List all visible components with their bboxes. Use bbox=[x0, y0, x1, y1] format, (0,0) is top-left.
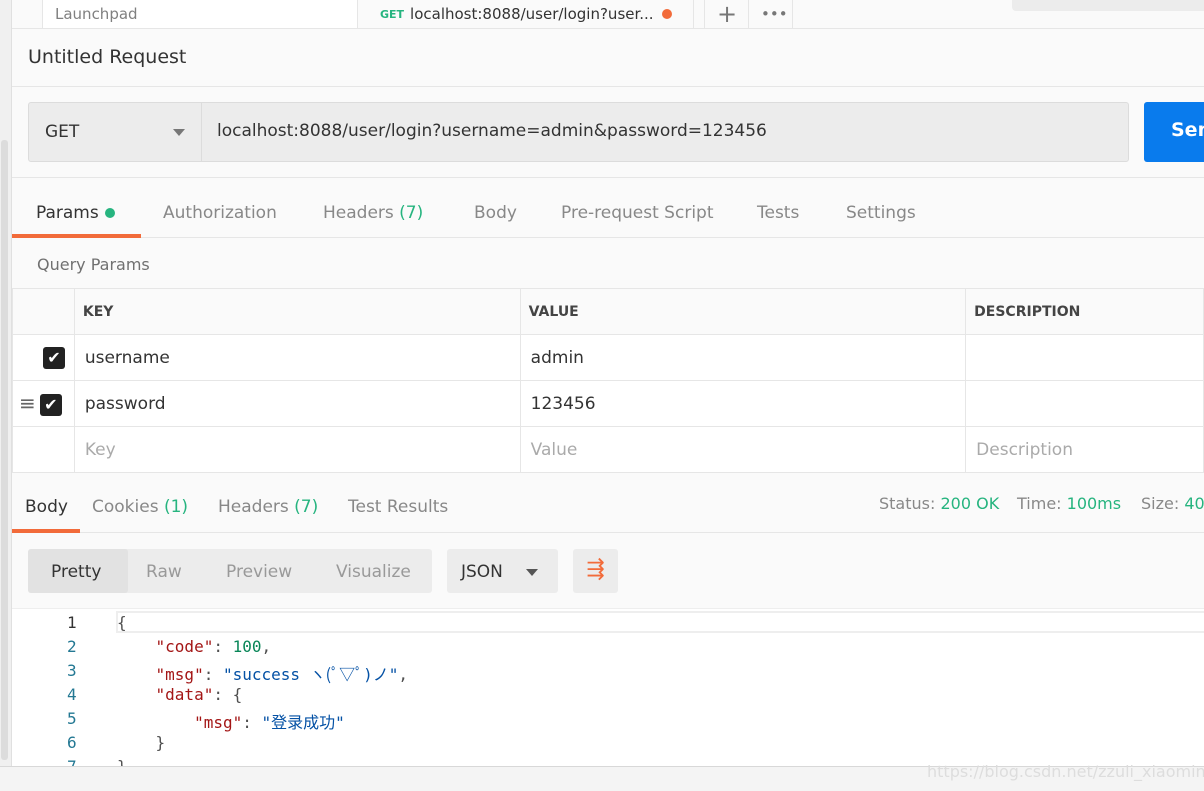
checkbox[interactable]: ✔ bbox=[43, 346, 65, 369]
table-row: ≡ ✔ password 123456 bbox=[12, 380, 1204, 427]
view-mode-group: Pretty Raw Preview Visualize bbox=[28, 549, 432, 593]
column-key: KEY bbox=[73, 288, 521, 335]
time-value: 100ms bbox=[1066, 494, 1122, 513]
view-visualize[interactable]: Visualize bbox=[336, 562, 411, 582]
new-key-input[interactable]: Key bbox=[73, 426, 521, 473]
cookies-count: (1) bbox=[163, 497, 189, 517]
table-row: ✔ username admin bbox=[12, 334, 1204, 381]
query-params-title: Query Params bbox=[37, 255, 150, 274]
tab-label: Cookies bbox=[92, 497, 159, 517]
size-info: Size: 40 bbox=[1141, 494, 1204, 513]
view-pretty[interactable]: Pretty bbox=[51, 562, 101, 582]
view-raw[interactable]: Raw bbox=[146, 562, 182, 582]
tab-method: GET bbox=[380, 7, 405, 21]
environment-select[interactable] bbox=[1012, 0, 1204, 11]
chevron-down-icon bbox=[173, 129, 185, 142]
param-value[interactable]: 123456 bbox=[519, 380, 967, 427]
param-description[interactable] bbox=[965, 380, 1204, 427]
line-number: 4 bbox=[67, 685, 77, 704]
param-key[interactable]: username bbox=[73, 334, 521, 381]
line-number: 6 bbox=[67, 733, 77, 752]
url-bar: GET localhost:8088/user/login?username=a… bbox=[28, 102, 1129, 162]
table-row-new: Key Value Description bbox=[12, 426, 1204, 473]
line-number: 3 bbox=[67, 661, 77, 680]
sidebar-scrollbar[interactable] bbox=[0, 0, 12, 791]
checkbox[interactable]: ✔ bbox=[39, 394, 62, 416]
new-value-input[interactable]: Value bbox=[519, 426, 967, 473]
tab-test-results[interactable]: Test Results bbox=[348, 497, 448, 517]
active-dot-icon bbox=[104, 208, 115, 218]
query-params-table: KEY VALUE DESCRIPTION ✔ username admin ≡ ✔ pas… bbox=[12, 288, 1204, 473]
page-title: Untitled Request bbox=[28, 46, 187, 68]
param-key[interactable]: password bbox=[73, 380, 521, 427]
line-number: 5 bbox=[67, 709, 77, 728]
headers-count: (7) bbox=[294, 497, 319, 517]
request-tabs: Launchpad GET localhost:8088/user/login?u… bbox=[12, 0, 1204, 29]
tab-request[interactable]: GET localhost:8088/user/login?user... bbox=[368, 0, 694, 28]
drag-handle-icon[interactable]: ≡ bbox=[19, 391, 36, 415]
tab-response-body[interactable]: Body bbox=[25, 497, 68, 517]
column-description: DESCRIPTION bbox=[965, 288, 1204, 335]
status-info: Status: 200 OK bbox=[879, 494, 999, 513]
new-tab-button[interactable]: + bbox=[704, 0, 749, 28]
line-number: 7 bbox=[67, 757, 87, 766]
tab-launchpad[interactable]: Launchpad bbox=[42, 0, 358, 28]
param-description[interactable] bbox=[965, 334, 1204, 381]
tab-cookies[interactable]: Cookies (1) bbox=[92, 497, 188, 517]
send-button[interactable]: Send bbox=[1144, 102, 1204, 162]
tab-authorization[interactable]: Authorization bbox=[163, 203, 277, 223]
status-label: Status: bbox=[879, 494, 936, 513]
time-info: Time: 100ms bbox=[1017, 494, 1121, 513]
active-tab-indicator bbox=[12, 234, 141, 238]
tab-settings[interactable]: Settings bbox=[846, 203, 916, 223]
tab-label: Headers bbox=[218, 497, 289, 517]
new-description-input[interactable]: Description bbox=[965, 426, 1204, 473]
line-number: 1 bbox=[67, 613, 77, 632]
column-value: VALUE bbox=[519, 288, 967, 335]
tab-response-headers[interactable]: Headers (7) bbox=[218, 497, 318, 517]
method-label: GET bbox=[45, 122, 80, 142]
active-tab-indicator bbox=[12, 529, 80, 533]
headers-count: (7) bbox=[399, 203, 424, 223]
param-value[interactable]: admin bbox=[519, 334, 967, 381]
time-label: Time: bbox=[1017, 494, 1062, 513]
method-select[interactable]: GET bbox=[29, 103, 202, 161]
format-select[interactable]: JSON bbox=[447, 549, 558, 593]
request-config-tabs: Params Authorization Headers (7) Body Pr… bbox=[12, 190, 1204, 238]
tab-label: localhost:8088/user/login?user... bbox=[410, 5, 654, 23]
tab-body[interactable]: Body bbox=[474, 203, 517, 223]
url-input[interactable]: localhost:8088/user/login?username=admin… bbox=[217, 121, 767, 141]
response-tabs: Body Cookies (1) Headers (7) Test Result… bbox=[12, 484, 1204, 533]
tab-label: Headers bbox=[323, 203, 394, 223]
tab-label: Launchpad bbox=[55, 5, 138, 23]
view-preview[interactable]: Preview bbox=[226, 562, 292, 582]
line-number: 2 bbox=[67, 637, 77, 656]
format-label: JSON bbox=[461, 562, 503, 582]
chevron-down-icon bbox=[526, 569, 538, 582]
tab-headers[interactable]: Headers (7) bbox=[323, 203, 423, 223]
watermark: https://blog.csdn.net/zzuli_xiaomingke bbox=[927, 762, 1204, 781]
response-body-editor[interactable]: 1 2 3 4 5 6 7 { "code": 100, "msg": "suc… bbox=[12, 608, 1204, 766]
wrap-lines-icon[interactable]: ⇶ bbox=[573, 549, 618, 593]
unsaved-dot-icon bbox=[661, 9, 672, 19]
more-tabs-button[interactable]: ••• bbox=[749, 0, 793, 28]
tab-tests[interactable]: Tests bbox=[757, 203, 799, 223]
size-label: Size: bbox=[1141, 494, 1180, 513]
tab-label: Params bbox=[36, 203, 99, 223]
tab-params[interactable]: Params bbox=[36, 203, 115, 223]
size-value: 40 bbox=[1184, 494, 1204, 513]
tab-prerequest-script[interactable]: Pre-request Script bbox=[561, 203, 714, 223]
scrollbar-thumb[interactable] bbox=[1, 140, 8, 760]
status-value: 200 OK bbox=[940, 494, 1000, 513]
